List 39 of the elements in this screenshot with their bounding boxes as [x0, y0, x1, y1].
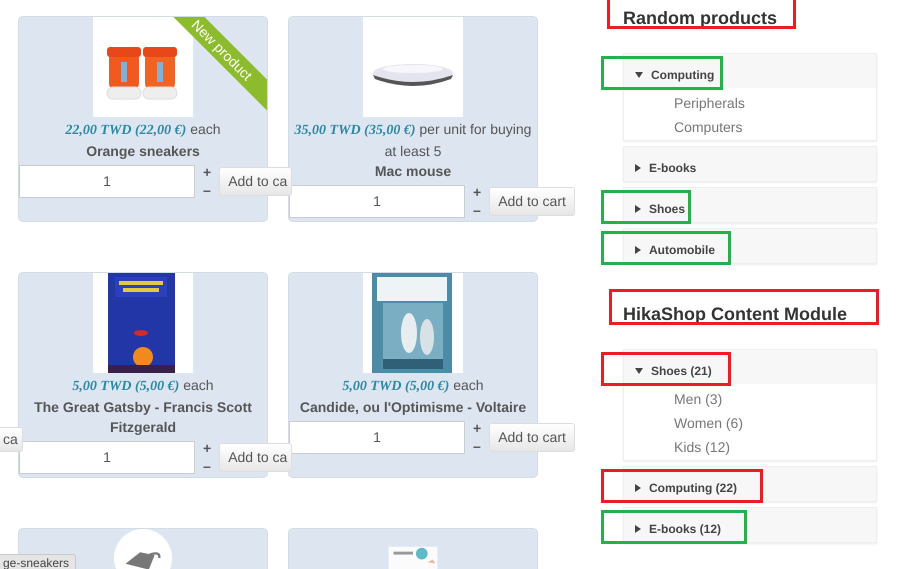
product-name: Orange sneakers — [85, 142, 201, 161]
subcategory-link[interactable]: Women (6) — [624, 412, 876, 436]
category-toggle[interactable]: Shoes — [624, 188, 876, 222]
category-toggle[interactable]: Computing — [624, 54, 876, 88]
quantity-field[interactable]: 1 — [19, 440, 195, 474]
minus-button[interactable]: – — [203, 181, 212, 199]
category-toggle[interactable]: Computing (22) — [624, 467, 876, 501]
plus-button[interactable]: + — [203, 163, 212, 181]
plus-button[interactable]: + — [473, 419, 482, 437]
add-to-cart-button[interactable]: Add to cart — [489, 186, 575, 216]
quantity-field[interactable]: 1 — [19, 164, 195, 198]
minus-button[interactable]: – — [203, 457, 212, 475]
quantity-field[interactable]: 1 — [289, 420, 465, 454]
price-text: 22,00 TWD (22,00 €) each — [64, 120, 222, 140]
category-toggle[interactable]: Automobile — [624, 229, 876, 263]
category-toggle[interactable]: E-books (12) — [624, 508, 876, 542]
minus-button[interactable]: – — [473, 201, 482, 219]
price-text: 35,00 TWD (35,00 €) per unit for buying at least 5 — [294, 120, 532, 161]
subcategory-link[interactable]: Men (3) — [624, 388, 876, 412]
add-to-cart-button[interactable]: Add to ca — [219, 442, 292, 472]
price-text: 5,00 TWD (5,00 €) each — [341, 376, 485, 396]
subcategory-link[interactable]: Kids (12) — [624, 436, 876, 460]
quantity-field[interactable]: 1 — [289, 184, 465, 218]
product-name: The Great Gatsby - Francis Scott Fitzgerald — [33, 398, 253, 437]
add-to-cart-button[interactable]: Add to cart — [489, 422, 575, 452]
price-text: 5,00 TWD (5,00 €) each — [71, 376, 215, 396]
category-toggle[interactable]: Shoes (21) — [624, 350, 876, 384]
module-title: HikaShop Content Module — [623, 304, 847, 324]
category-toggle[interactable]: E-books — [624, 147, 876, 181]
plus-button[interactable]: + — [473, 183, 482, 201]
module-title: Random products — [623, 8, 778, 28]
product-name: Candide, ou l'Optimisme - Voltaire — [298, 398, 528, 417]
subcategory-link[interactable]: Computers — [624, 116, 876, 140]
plus-button[interactable]: + — [203, 439, 212, 457]
add-to-cart-button[interactable]: ca — [0, 427, 23, 452]
subcategory-link[interactable]: Peripherals — [624, 92, 876, 116]
minus-button[interactable]: – — [473, 437, 482, 455]
add-to-cart-button[interactable]: Add to ca — [219, 166, 292, 196]
product-name: Mac mouse — [374, 162, 452, 181]
